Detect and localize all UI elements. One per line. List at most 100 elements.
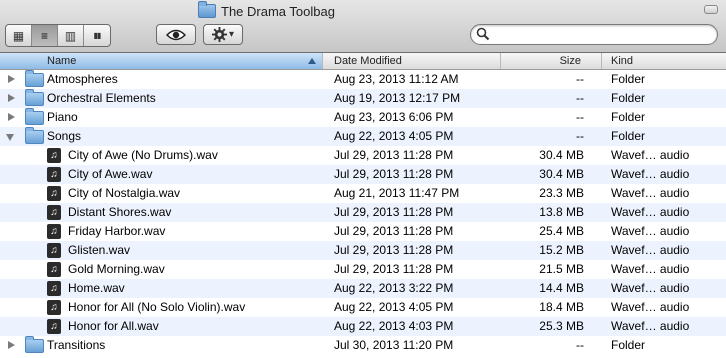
item-date-modified: Aug 23, 2013 11:12 AM [334,72,459,86]
audio-file-icon: ♫ [47,262,61,277]
item-kind: Wavef… audio [611,262,690,276]
audio-file-icon: ♫ [47,148,61,163]
window-title: The Drama Toolbag [198,1,335,20]
item-size: 14.4 MB [539,281,584,295]
column-header-size-label: Size [559,55,581,67]
folder-row[interactable]: Orchestral Elements Aug 19, 2013 12:17 PM… [0,89,726,108]
list-view-icon: ≡ [40,28,48,43]
coverflow-view-button[interactable]: ▮▮ [84,25,110,46]
column-header-name[interactable]: Name [0,53,323,69]
item-name: Atmospheres [47,72,118,86]
column-view-button[interactable]: ▥ [58,25,84,46]
item-size: 30.4 MB [539,167,584,181]
item-kind: Wavef… audio [611,224,690,238]
item-kind: Wavef… audio [611,186,690,200]
item-kind: Wavef… audio [611,167,690,181]
disclosure-closed-icon[interactable] [8,75,15,83]
disclosure-closed-icon[interactable] [8,94,15,102]
action-menu-button[interactable]: ▾ [203,24,243,45]
item-size: 25.4 MB [539,224,584,238]
item-name: Glisten.wav [68,243,131,257]
file-row[interactable]: ♫ Distant Shores.wav Jul 29, 2013 11:28 PM… [0,203,726,222]
item-size: 25.3 MB [539,319,584,333]
item-date-modified: Aug 22, 2013 3:22 PM [334,281,454,295]
coverflow-view-icon: ▮▮ [93,31,102,40]
column-header-name-label: Name [47,55,77,67]
item-date-modified: Aug 22, 2013 4:05 PM [334,300,454,314]
item-name: Friday Harbor.wav [68,224,166,238]
folder-row[interactable]: Piano Aug 23, 2013 6:06 PM -- Folder [0,108,726,127]
column-header-size[interactable]: Size [501,53,602,69]
item-kind: Wavef… audio [611,319,690,333]
file-row[interactable]: ♫ City of Nostalgia.wav Aug 21, 2013 11:47… [0,184,726,203]
item-size: 30.4 MB [539,148,584,162]
column-header-date[interactable]: Date Modified [323,53,501,69]
audio-file-icon: ♫ [47,319,61,334]
audio-file-icon: ♫ [47,224,61,239]
disclosure-closed-icon[interactable] [8,113,15,121]
file-list: Atmospheres Aug 23, 2013 11:12 AM -- Folder… [0,70,726,355]
search-input[interactable] [493,26,712,45]
quicklook-button[interactable] [156,24,196,45]
item-date-modified: Aug 22, 2013 4:05 PM [334,129,454,143]
item-size: -- [576,72,584,86]
item-name: Home.wav [68,281,125,295]
view-switcher: ▦ ≡ ▥ ▮▮ [5,24,111,47]
item-kind: Folder [611,72,646,86]
file-row[interactable]: ♫ Honor for All (No Solo Violin).wav Aug 2… [0,298,726,317]
search-icon [476,27,490,41]
file-row[interactable]: ♫ Honor for All.wav Aug 22, 2013 4:03 PM 25… [0,317,726,336]
list-view-button[interactable]: ≡ [32,25,58,46]
item-date-modified: Aug 22, 2013 4:03 PM [334,319,454,333]
item-name: Transitions [47,338,106,352]
folder-icon [198,1,216,18]
search-field[interactable] [470,24,718,45]
folder-row[interactable]: Songs Aug 22, 2013 4:05 PM -- Folder [0,127,726,146]
audio-file-icon: ♫ [47,167,61,182]
file-row[interactable]: ♫ Glisten.wav Jul 29, 2013 11:28 PM 15.2 MB… [0,241,726,260]
eye-icon [166,29,186,40]
column-header-date-label: Date Modified [334,55,402,67]
column-view-icon: ▥ [64,28,77,43]
audio-file-icon: ♫ [47,300,61,315]
item-name: City of Awe (No Drums).wav [68,148,218,162]
item-name: City of Nostalgia.wav [68,186,181,200]
folder-icon [25,70,44,87]
item-date-modified: Jul 29, 2013 11:28 PM [334,148,454,162]
audio-file-icon: ♫ [47,205,61,220]
folder-row[interactable]: Transitions Jul 30, 2013 11:20 PM -- Folder [0,336,726,355]
item-kind: Folder [611,110,646,124]
icon-view-button[interactable]: ▦ [6,25,32,46]
disclosure-closed-icon[interactable] [8,341,15,349]
folder-row[interactable]: Atmospheres Aug 23, 2013 11:12 AM -- Folder [0,70,726,89]
disclosure-open-icon[interactable] [6,134,14,141]
column-header: Name Date Modified Size Kind [0,53,726,70]
file-row[interactable]: ♫ City of Awe.wav Jul 29, 2013 11:28 PM 30.… [0,165,726,184]
item-name: Piano [47,110,78,124]
item-date-modified: Jul 29, 2013 11:28 PM [334,262,454,276]
item-size: 23.3 MB [539,186,584,200]
item-name: Distant Shores.wav [68,205,172,219]
folder-icon [25,89,44,106]
item-date-modified: Jul 29, 2013 11:28 PM [334,167,454,181]
item-date-modified: Jul 29, 2013 11:28 PM [334,205,454,219]
file-row[interactable]: ♫ Gold Morning.wav Jul 29, 2013 11:28 PM 21… [0,260,726,279]
file-row[interactable]: ♫ City of Awe (No Drums).wav Jul 29, 2013 … [0,146,726,165]
item-name: Orchestral Elements [47,91,156,105]
item-date-modified: Aug 19, 2013 12:17 PM [334,91,461,105]
audio-file-icon: ♫ [47,281,61,296]
folder-icon [25,336,44,353]
toolbar-toggle-button[interactable] [704,5,718,14]
item-kind: Folder [611,338,646,352]
file-row[interactable]: ♫ Home.wav Aug 22, 2013 3:22 PM 14.4 MB Wave… [0,279,726,298]
toolbar: The Drama Toolbag ▦ ≡ ▥ ▮▮ ▾ [0,0,726,53]
item-name: Songs [47,129,82,143]
item-name: Gold Morning.wav [68,262,165,276]
folder-icon [25,127,44,144]
item-kind: Wavef… audio [611,243,690,257]
item-size: -- [576,338,584,352]
column-header-kind[interactable]: Kind [602,53,726,69]
item-name: City of Awe.wav [68,167,153,181]
file-row[interactable]: ♫ Friday Harbor.wav Jul 29, 2013 11:28 PM 2… [0,222,726,241]
item-date-modified: Aug 21, 2013 11:47 PM [334,186,460,200]
